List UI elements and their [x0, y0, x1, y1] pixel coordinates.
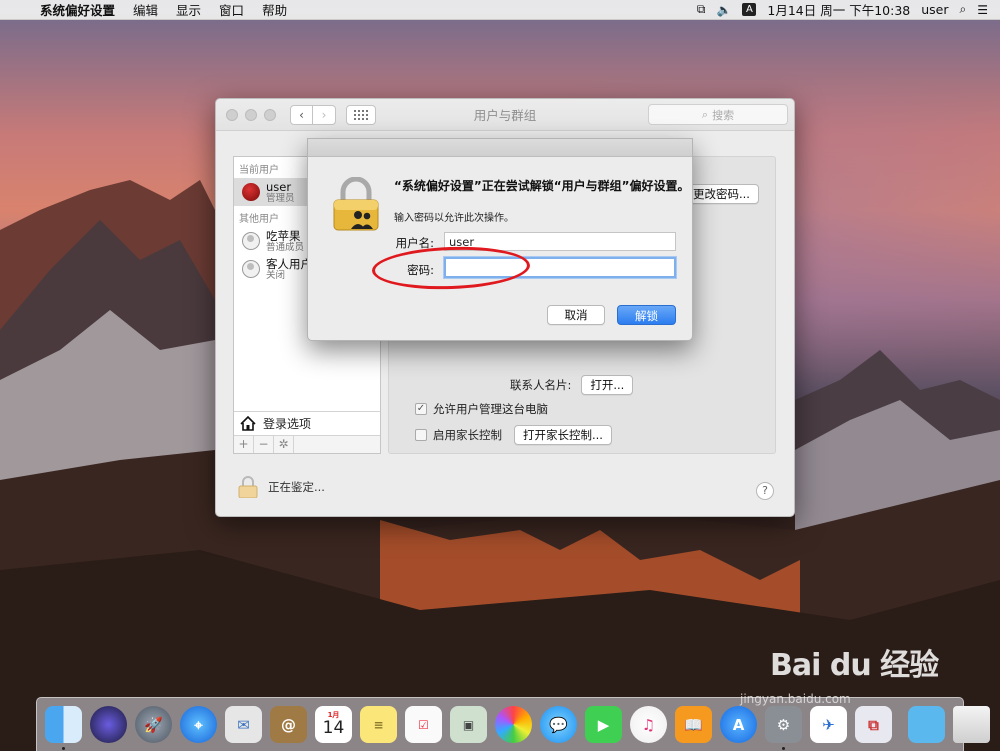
reminders-icon[interactable]: ☑ — [405, 706, 442, 743]
allow-admin-row: ✓ 允许用户管理这台电脑 — [415, 401, 548, 417]
dialog-message: “系统偏好设置”正在尝试解锁“用户与群组”偏好设置。 — [394, 179, 690, 193]
gear-icon[interactable]: ✲ — [274, 436, 294, 453]
remove-user-button[interactable]: − — [254, 436, 274, 453]
authentication-dialog: “系统偏好设置”正在尝试解锁“用户与群组”偏好设置。 输入密码以允许此次操作。 … — [307, 138, 693, 341]
user-role: 关闭 — [266, 269, 286, 281]
avatar — [242, 260, 260, 278]
menu-user[interactable]: user — [921, 2, 948, 17]
menu-extras: ⧉ 🔈 A 1月14日 周一 下午10:38 user ⌕ ☰ — [697, 0, 1000, 19]
sheet-header — [308, 139, 692, 157]
teambition-icon[interactable]: ✈ — [810, 706, 847, 743]
spotlight-search-icon[interactable]: ⌕ — [960, 2, 967, 17]
grid-icon — [354, 109, 368, 120]
downloads-folder-icon[interactable] — [908, 706, 945, 743]
finder-icon[interactable] — [45, 706, 82, 750]
open-parental-controls-button[interactable]: 打开家长控制... — [514, 425, 612, 445]
login-options-item[interactable]: 登录选项 — [234, 411, 380, 435]
window-titlebar: ‹ › 用户与群组 ⌕ 搜索 — [216, 99, 794, 131]
menu-help[interactable]: 帮助 — [253, 0, 296, 19]
notification-center-icon[interactable]: ☰ — [977, 3, 988, 17]
allow-admin-checkbox[interactable]: ✓ — [415, 403, 427, 415]
search-placeholder: 搜索 — [712, 108, 735, 122]
watermark-brand: Bai du 经验 — [770, 648, 939, 683]
contact-card-label: 联系人名片: — [510, 378, 572, 392]
sidebar-toolbar: + − ✲ — [234, 435, 380, 453]
menu-view[interactable]: 显示 — [167, 0, 210, 19]
parental-controls-checkbox[interactable] — [415, 429, 427, 441]
photo-booth-icon[interactable]: ▣ — [450, 706, 487, 743]
user-name: user — [266, 179, 292, 194]
house-icon — [240, 416, 256, 431]
ibooks-icon[interactable]: 📖 — [675, 706, 712, 743]
unlock-button[interactable]: 解锁 — [617, 305, 676, 325]
notes-icon[interactable]: ≡ — [360, 706, 397, 743]
menu-window[interactable]: 窗口 — [210, 0, 253, 19]
vmware-icon[interactable]: ⧉ — [855, 706, 892, 743]
open-contact-button[interactable]: 打开... — [581, 375, 634, 395]
avatar — [242, 183, 260, 201]
login-options-label: 登录选项 — [263, 417, 312, 431]
chevron-left-icon: ‹ — [299, 107, 304, 122]
system-preferences-icon[interactable]: ⚙ — [765, 706, 802, 750]
itunes-icon[interactable]: ♫ — [630, 706, 667, 743]
lock-status: 正在鉴定... — [238, 476, 325, 498]
minimize-icon[interactable] — [245, 108, 257, 121]
safari-icon[interactable]: ⌖ — [180, 706, 217, 743]
menu-edit[interactable]: 编辑 — [124, 0, 167, 19]
user-role: 普通成员 — [266, 241, 305, 253]
allow-admin-label: 允许用户管理这台电脑 — [433, 402, 548, 416]
forward-button[interactable]: › — [313, 104, 336, 125]
search-icon: ⌕ — [701, 107, 709, 121]
launchpad-icon[interactable]: 🚀 — [135, 706, 172, 743]
dialog-subtitle: 输入密码以允许此次操作。 — [394, 213, 514, 224]
parental-controls-row: 启用家长控制 打开家长控制... — [415, 425, 612, 445]
screen-mirroring-icon[interactable]: ⧉ — [697, 2, 706, 17]
back-button[interactable]: ‹ — [290, 104, 313, 125]
calendar-day: 14 — [322, 718, 345, 738]
avatar — [242, 232, 260, 250]
status-text: 正在鉴定... — [268, 480, 325, 494]
messages-icon[interactable]: 💬 — [540, 706, 577, 743]
menu-bar: 系统偏好设置 编辑 显示 窗口 帮助 ⧉ 🔈 A 1月14日 周一 下午10:3… — [0, 0, 1000, 20]
zoom-icon[interactable] — [264, 108, 276, 121]
contact-card-row: 联系人名片: 打开... — [510, 375, 634, 395]
lock-icon[interactable] — [238, 476, 258, 498]
user-role: 管理员 — [266, 192, 295, 204]
change-password-button[interactable]: 更改密码... — [684, 184, 759, 204]
input-source-icon[interactable]: A — [742, 3, 757, 16]
show-all-button[interactable] — [346, 104, 376, 125]
window-controls — [226, 108, 276, 121]
calendar-icon[interactable]: 1月 14 — [315, 706, 352, 743]
siri-icon[interactable] — [90, 706, 127, 743]
photos-icon[interactable] — [495, 706, 532, 743]
mail-icon[interactable]: ✉ — [225, 706, 262, 743]
padlock-icon — [333, 177, 379, 231]
menu-app-name[interactable]: 系统偏好设置 — [40, 0, 124, 19]
cancel-button[interactable]: 取消 — [547, 305, 605, 325]
dock: 🚀 ⌖ ✉ @ 1月 14 ≡ ☑ ▣ 💬 ▶ ♫ 📖 A ⚙ ✈ ⧉ — [36, 697, 990, 751]
volume-icon[interactable]: 🔈 — [716, 3, 731, 17]
chevron-right-icon: › — [321, 107, 327, 122]
contacts-icon[interactable]: @ — [270, 706, 307, 743]
user-name: 客人用户 — [266, 256, 312, 271]
trash-icon[interactable] — [953, 706, 990, 743]
nav-buttons: ‹ › — [290, 104, 336, 125]
parental-controls-label: 启用家长控制 — [433, 428, 502, 442]
app-store-icon[interactable]: A — [720, 706, 757, 743]
menu-clock[interactable]: 1月14日 周一 下午10:38 — [767, 0, 910, 19]
add-user-button[interactable]: + — [234, 436, 254, 453]
help-button[interactable]: ? — [756, 482, 774, 500]
close-icon[interactable] — [226, 108, 238, 121]
user-name: 吃苹果 — [266, 228, 301, 243]
search-input[interactable]: ⌕ 搜索 — [648, 104, 788, 125]
facetime-icon[interactable]: ▶ — [585, 706, 622, 743]
